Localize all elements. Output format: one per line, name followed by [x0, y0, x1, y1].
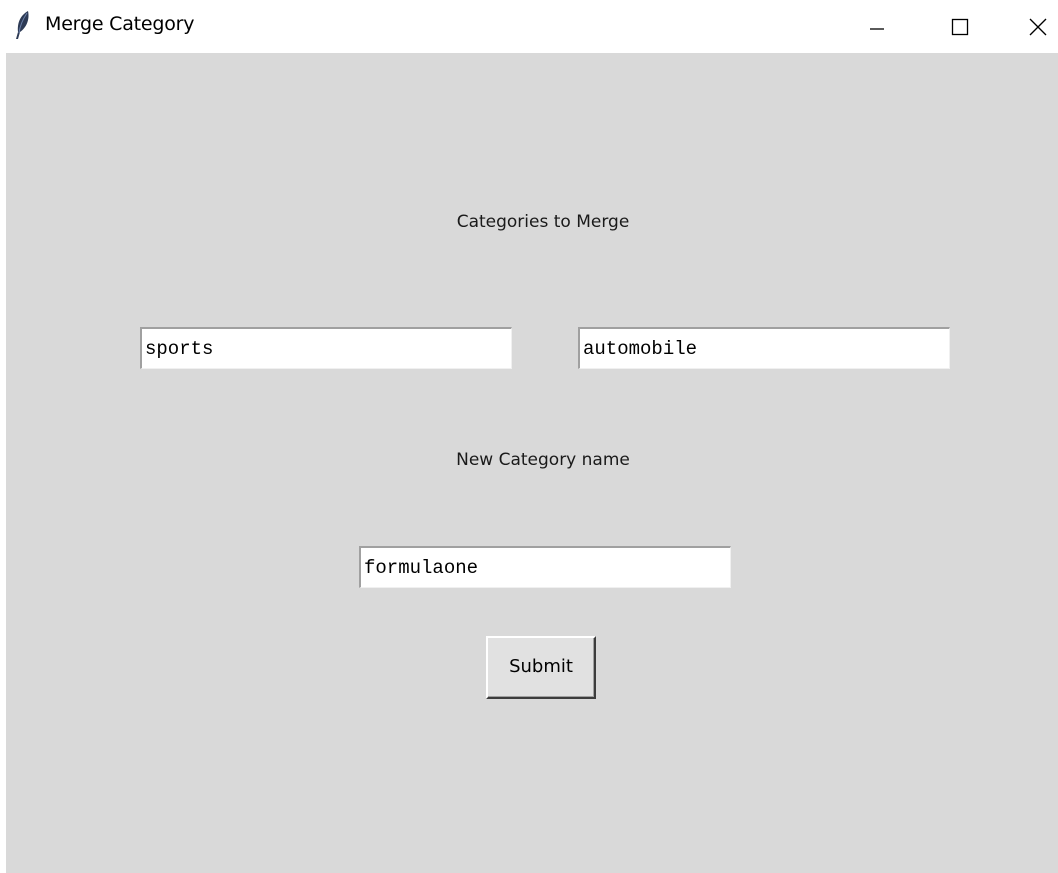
second-category-input[interactable]	[578, 327, 950, 369]
minimize-icon	[870, 27, 884, 30]
close-icon	[1029, 18, 1047, 35]
title-bar[interactable]: Merge Category	[0, 0, 1058, 53]
submit-button[interactable]: Submit	[486, 636, 596, 699]
first-category-input[interactable]	[140, 327, 512, 369]
categories-to-merge-label: Categories to Merge	[456, 212, 630, 232]
app-window: Merge Category Categories to Merge New C…	[0, 0, 1058, 873]
maximize-button[interactable]	[930, 0, 990, 53]
close-button[interactable]	[1008, 0, 1058, 53]
new-category-name-input[interactable]	[359, 546, 731, 588]
window-title: Merge Category	[45, 13, 195, 35]
new-category-name-label: New Category name	[456, 450, 630, 470]
feather-icon	[13, 10, 33, 40]
minimize-button[interactable]	[847, 0, 907, 53]
maximize-icon	[951, 18, 969, 35]
merge-form: Categories to Merge New Category name Su…	[6, 53, 1058, 873]
